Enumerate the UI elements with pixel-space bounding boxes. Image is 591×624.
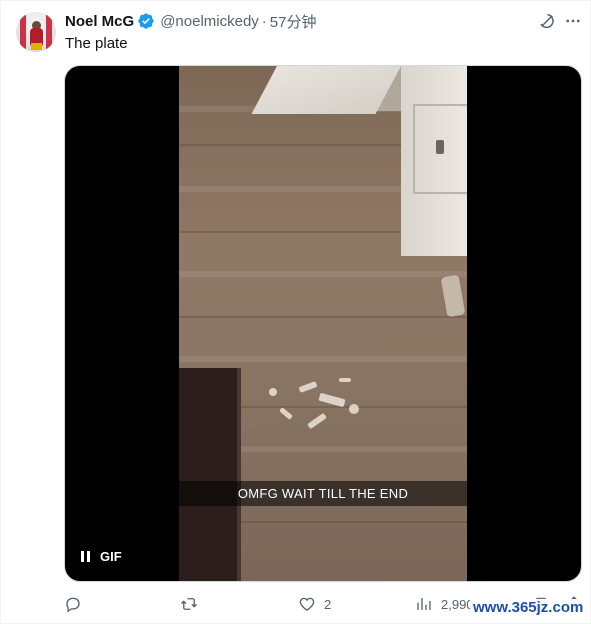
views-button[interactable]: 2,990 xyxy=(415,595,474,613)
heart-icon xyxy=(299,597,315,611)
reply-button[interactable] xyxy=(64,595,90,613)
snap-caption-bar: OMFG WAIT TILL THE END xyxy=(179,481,467,506)
snap-caption: OMFG WAIT TILL THE END xyxy=(237,486,409,501)
views-chart-icon xyxy=(417,598,431,610)
more-icon[interactable] xyxy=(562,10,584,32)
separator-dot: · xyxy=(261,12,267,30)
repost-icon xyxy=(181,598,197,610)
site-watermark: www.365jz.com xyxy=(470,599,587,616)
tweet-text: The plate xyxy=(65,35,128,52)
repost-button[interactable] xyxy=(179,595,207,613)
author-handle[interactable]: @noelmickedy xyxy=(160,13,259,30)
grok-icon[interactable] xyxy=(536,10,558,32)
reply-icon xyxy=(66,597,80,613)
tweet-card[interactable]: Noel McG @noelmickedy · 57分钟 The plate O… xyxy=(0,0,591,624)
gif-controls[interactable]: GIF xyxy=(81,549,122,564)
views-count: 2,990 xyxy=(441,596,474,612)
like-count: 2 xyxy=(324,596,332,612)
like-button[interactable]: 2 xyxy=(298,595,331,613)
media-gif[interactable]: OMFG WAIT TILL THE END GIF xyxy=(64,65,582,582)
gif-badge: GIF xyxy=(100,549,122,564)
tweet-header: Noel McG @noelmickedy · 57分钟 xyxy=(65,11,316,31)
pause-icon[interactable] xyxy=(81,551,90,562)
gif-frame[interactable]: OMFG WAIT TILL THE END xyxy=(179,66,467,581)
author-name[interactable]: Noel McG xyxy=(65,13,134,30)
avatar[interactable] xyxy=(16,12,56,52)
verified-badge-icon xyxy=(138,13,154,29)
tweet-timestamp[interactable]: 57分钟 xyxy=(270,11,317,32)
